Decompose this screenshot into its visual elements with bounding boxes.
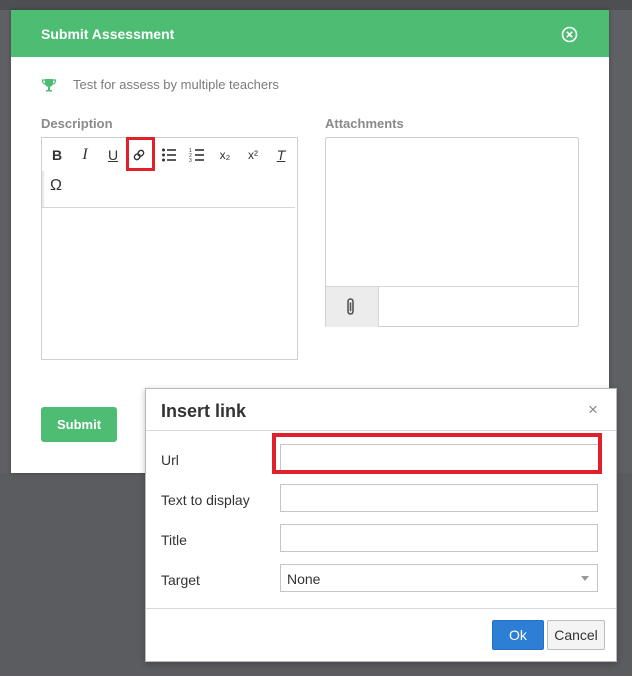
close-icon[interactable]: ×	[588, 400, 598, 420]
modal-header: Submit Assessment	[11, 10, 609, 57]
editor-body[interactable]	[42, 208, 295, 358]
title-label: Title	[161, 532, 187, 548]
url-label: Url	[161, 452, 179, 468]
attachments-label: Attachments	[325, 116, 404, 131]
subscript-button[interactable]: x₂	[212, 145, 238, 165]
cancel-button[interactable]: Cancel	[547, 620, 605, 650]
dialog-title: Insert link	[161, 401, 247, 421]
svg-text:3: 3	[189, 158, 192, 164]
attach-file-button[interactable]	[326, 287, 379, 327]
clear-format-button[interactable]: T	[268, 145, 294, 165]
italic-button[interactable]: I	[72, 145, 98, 165]
dialog-footer-divider	[146, 608, 616, 609]
bold-button[interactable]: B	[44, 145, 70, 165]
submit-button[interactable]: Submit	[41, 407, 117, 442]
description-label: Description	[41, 116, 113, 131]
insert-link-dialog: Insert link × Url Text to display Title …	[145, 388, 617, 662]
text-to-display-label: Text to display	[161, 492, 250, 508]
title-input[interactable]	[280, 524, 598, 552]
target-select[interactable]: None	[280, 564, 598, 592]
backdrop-top-band	[0, 0, 632, 10]
numbered-list-button[interactable]: 1 2 3	[184, 145, 210, 165]
chevron-down-icon	[581, 576, 589, 581]
description-editor: B I U 1 2 3 x₂ x² T Ω	[41, 137, 298, 360]
text-to-display-input[interactable]	[280, 484, 598, 512]
attachments-box	[325, 137, 579, 327]
target-select-value: None	[287, 571, 321, 587]
editor-toolbar: B I U 1 2 3 x₂ x² T Ω	[42, 137, 295, 208]
assessment-name: Test for assess by multiple teachers	[73, 77, 279, 92]
superscript-button[interactable]: x²	[240, 145, 266, 165]
url-input-highlight	[272, 433, 602, 474]
toolbar-row-divider	[42, 171, 44, 207]
bullet-list-icon	[162, 148, 176, 162]
modal-title: Submit Assessment	[41, 26, 175, 42]
special-character-button[interactable]: Ω	[50, 177, 62, 195]
close-circle-icon[interactable]	[561, 26, 578, 43]
link-button-highlight	[126, 137, 155, 171]
attachments-toolbar	[326, 286, 578, 327]
dialog-divider	[146, 430, 616, 431]
trophy-icon	[41, 79, 57, 92]
paperclip-icon	[347, 298, 354, 315]
underline-button[interactable]: U	[100, 145, 126, 165]
bullet-list-button[interactable]	[156, 145, 182, 165]
target-label: Target	[161, 572, 200, 588]
numbered-list-icon: 1 2 3	[189, 148, 204, 164]
ok-button[interactable]: Ok	[492, 620, 544, 650]
